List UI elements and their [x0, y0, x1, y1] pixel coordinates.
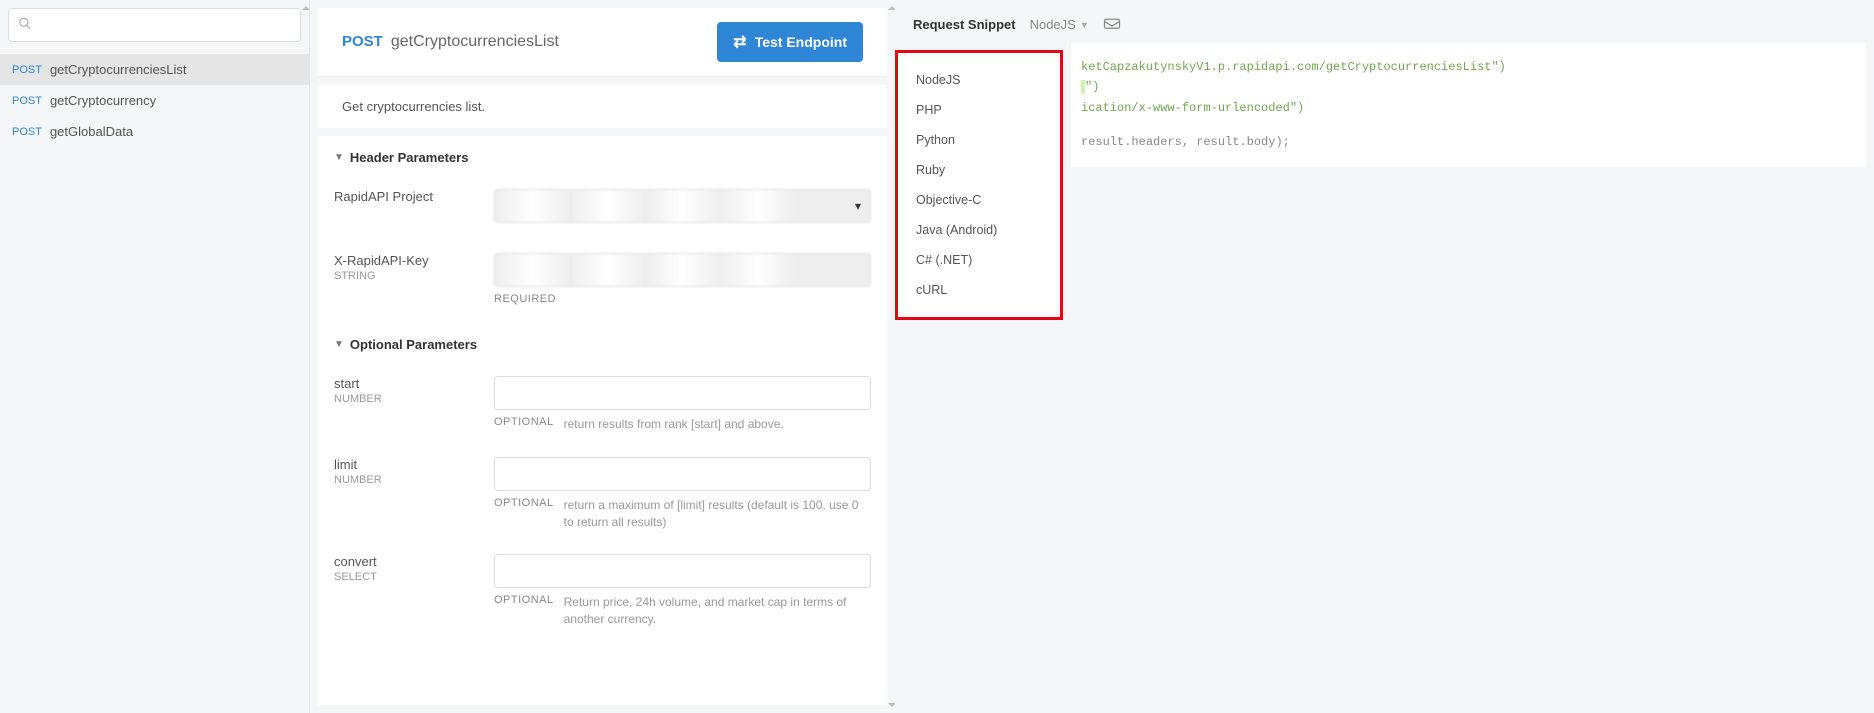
language-option[interactable]: Java (Android) [898, 215, 1060, 245]
chevron-down-icon: ▼ [1080, 20, 1089, 30]
param-badge: REQUIRED [494, 293, 556, 305]
language-option[interactable]: C# (.NET) [898, 245, 1060, 275]
section-title: Header Parameters [350, 150, 469, 165]
code-line: .body); [1239, 135, 1289, 149]
endpoint-name: getCryptocurrenciesList [50, 62, 187, 77]
endpoint-item[interactable]: POST getCryptocurrenciesList [0, 54, 309, 85]
scroll-up-icon[interactable] [302, 6, 310, 10]
endpoint-description: Get cryptocurrencies list. [318, 85, 887, 128]
param-type: STRING [334, 270, 494, 282]
method-badge: POST [12, 64, 42, 76]
convert-input[interactable] [494, 554, 871, 588]
rapidapi-key-input[interactable]: xxxxxxxxxxxxxxxxxxxxxxxxxxxxxxxxxxxxxxxx… [494, 253, 871, 287]
param-badge: OPTIONAL [494, 594, 554, 606]
code-line: result [1081, 135, 1124, 149]
search-input[interactable] [8, 8, 301, 42]
method-badge: POST [12, 126, 42, 138]
param-type: NUMBER [334, 393, 494, 405]
param-badge: OPTIONAL [494, 497, 554, 509]
param-help: return a maximum of [limit] results (def… [564, 497, 871, 531]
language-option[interactable]: cURL [898, 275, 1060, 305]
param-name: X-RapidAPI-Key [334, 253, 494, 268]
endpoint-name: getGlobalData [50, 124, 133, 139]
start-input[interactable] [494, 376, 871, 410]
code-snippet: ketCapzakutynskyV1.p.rapidapi.com/getCry… [1071, 43, 1866, 167]
code-line: .headers, [1124, 135, 1196, 149]
selected-language: NodeJS [1030, 17, 1076, 32]
caret-down-icon: ▼ [334, 152, 344, 163]
language-option[interactable]: NodeJS [898, 65, 1060, 95]
language-option[interactable]: PHP [898, 95, 1060, 125]
code-line: ication/x-www-form-urlencoded") [1081, 101, 1304, 115]
code-line: ketCapzakutynskyV1.p.rapidapi.com/getCry… [1081, 60, 1506, 74]
rapidapi-project-select[interactable]: xxxxxxxxxxxxxxxxxxxxxxxxxxxxxxxxxxxxxxxx [494, 189, 871, 223]
method-badge: POST [12, 95, 42, 107]
endpoints-sidebar: POST getCryptocurrenciesList POST getCry… [0, 0, 310, 713]
param-row: start NUMBER OPTIONAL return results fro… [318, 366, 887, 437]
language-option[interactable]: Python [898, 125, 1060, 155]
param-name: RapidAPI Project [334, 189, 494, 204]
param-name: limit [334, 457, 494, 472]
test-endpoint-button[interactable]: ⇄ Test Endpoint [717, 22, 863, 62]
param-row: limit NUMBER OPTIONAL return a maximum o… [318, 447, 887, 535]
code-line: ") [1085, 80, 1099, 94]
endpoint-panel: POST getCryptocurrenciesList ⇄ Test Endp… [310, 0, 895, 713]
param-help: return results from rank [start] and abo… [564, 416, 784, 433]
endpoint-item[interactable]: POST getGlobalData [0, 116, 309, 147]
endpoint-name: getCryptocurrency [50, 93, 156, 108]
test-endpoint-label: Test Endpoint [755, 34, 847, 50]
param-type: NUMBER [334, 474, 494, 486]
code-line: result [1196, 135, 1239, 149]
limit-input[interactable] [494, 457, 871, 491]
caret-down-icon: ▼ [334, 339, 344, 350]
search-icon [18, 17, 32, 34]
optional-params-section[interactable]: ▼ Optional Parameters [318, 323, 887, 366]
language-dropdown-menu: NodeJS PHP Python Ruby Objective-C Java … [895, 50, 1063, 320]
copy-icon[interactable] [1103, 16, 1121, 33]
endpoint-title: POST getCryptocurrenciesList [342, 33, 559, 51]
endpoint-item[interactable]: POST getCryptocurrency [0, 85, 309, 116]
endpoint-name-heading: getCryptocurrenciesList [391, 33, 559, 51]
param-row: RapidAPI Project xxxxxxxxxxxxxxxxxxxxxxx… [318, 179, 887, 227]
param-name: convert [334, 554, 494, 569]
section-title: Optional Parameters [350, 337, 477, 352]
param-badge: OPTIONAL [494, 416, 554, 428]
swap-icon: ⇄ [733, 32, 746, 52]
language-option[interactable]: Objective-C [898, 185, 1060, 215]
endpoint-list: POST getCryptocurrenciesList POST getCry… [0, 54, 309, 147]
snippet-panel: Request Snippet NodeJS ▼ NodeJS PHP Pyth… [895, 0, 1874, 713]
header-params-section[interactable]: ▼ Header Parameters [318, 136, 887, 179]
language-dropdown[interactable]: NodeJS ▼ [1030, 17, 1089, 32]
method-badge: POST [342, 33, 383, 50]
param-name: start [334, 376, 494, 391]
snippet-title: Request Snippet [913, 17, 1016, 32]
param-type: SELECT [334, 571, 494, 583]
param-help: Return price, 24h volume, and market cap… [564, 594, 871, 628]
language-option[interactable]: Ruby [898, 155, 1060, 185]
param-row: convert SELECT OPTIONAL Return price, 24… [318, 544, 887, 632]
param-row: X-RapidAPI-Key STRING xxxxxxxxxxxxxxxxxx… [318, 243, 887, 309]
